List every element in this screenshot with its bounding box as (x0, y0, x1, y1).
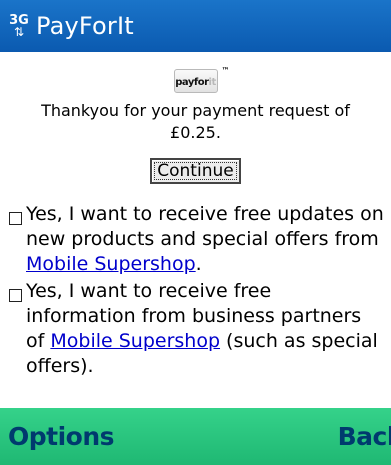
partners-checkbox[interactable] (9, 289, 22, 302)
payforit-logo: payforit ™ (0, 62, 391, 94)
option-updates: Yes, I want to receive free updates on n… (0, 202, 391, 277)
network-3g-icon: 3G ⇅ (4, 7, 34, 45)
data-transfer-icon: ⇅ (13, 25, 25, 39)
continue-row: Continue (0, 158, 391, 184)
status-bar: 3G ⇅ PayForIt (0, 0, 391, 52)
options-softkey[interactable]: Options (8, 422, 115, 451)
page-content: payforit ™ Thankyou for your payment req… (0, 52, 391, 408)
trademark-mark: ™ (221, 66, 230, 75)
app-title: PayForIt (36, 12, 134, 40)
payment-message: Thankyou for your payment request of £0.… (0, 100, 391, 144)
payment-message-line1: Thankyou for your payment request of (41, 101, 350, 120)
softkey-bar: Options Back (0, 408, 391, 465)
payforit-logo-badge: payforit (173, 69, 218, 93)
continue-button[interactable]: Continue (150, 158, 241, 184)
back-softkey[interactable]: Back (338, 422, 391, 451)
logo-text: payforit (175, 77, 216, 88)
mobile-supershop-link[interactable]: Mobile Supershop (26, 253, 196, 275)
option-updates-text: Yes, I want to receive free updates on n… (26, 203, 384, 250)
payment-amount: £0.25. (170, 123, 221, 142)
option-partners: Yes, I want to receive free information … (0, 279, 391, 379)
updates-checkbox[interactable] (9, 212, 22, 225)
mobile-supershop-link[interactable]: Mobile Supershop (50, 330, 220, 352)
